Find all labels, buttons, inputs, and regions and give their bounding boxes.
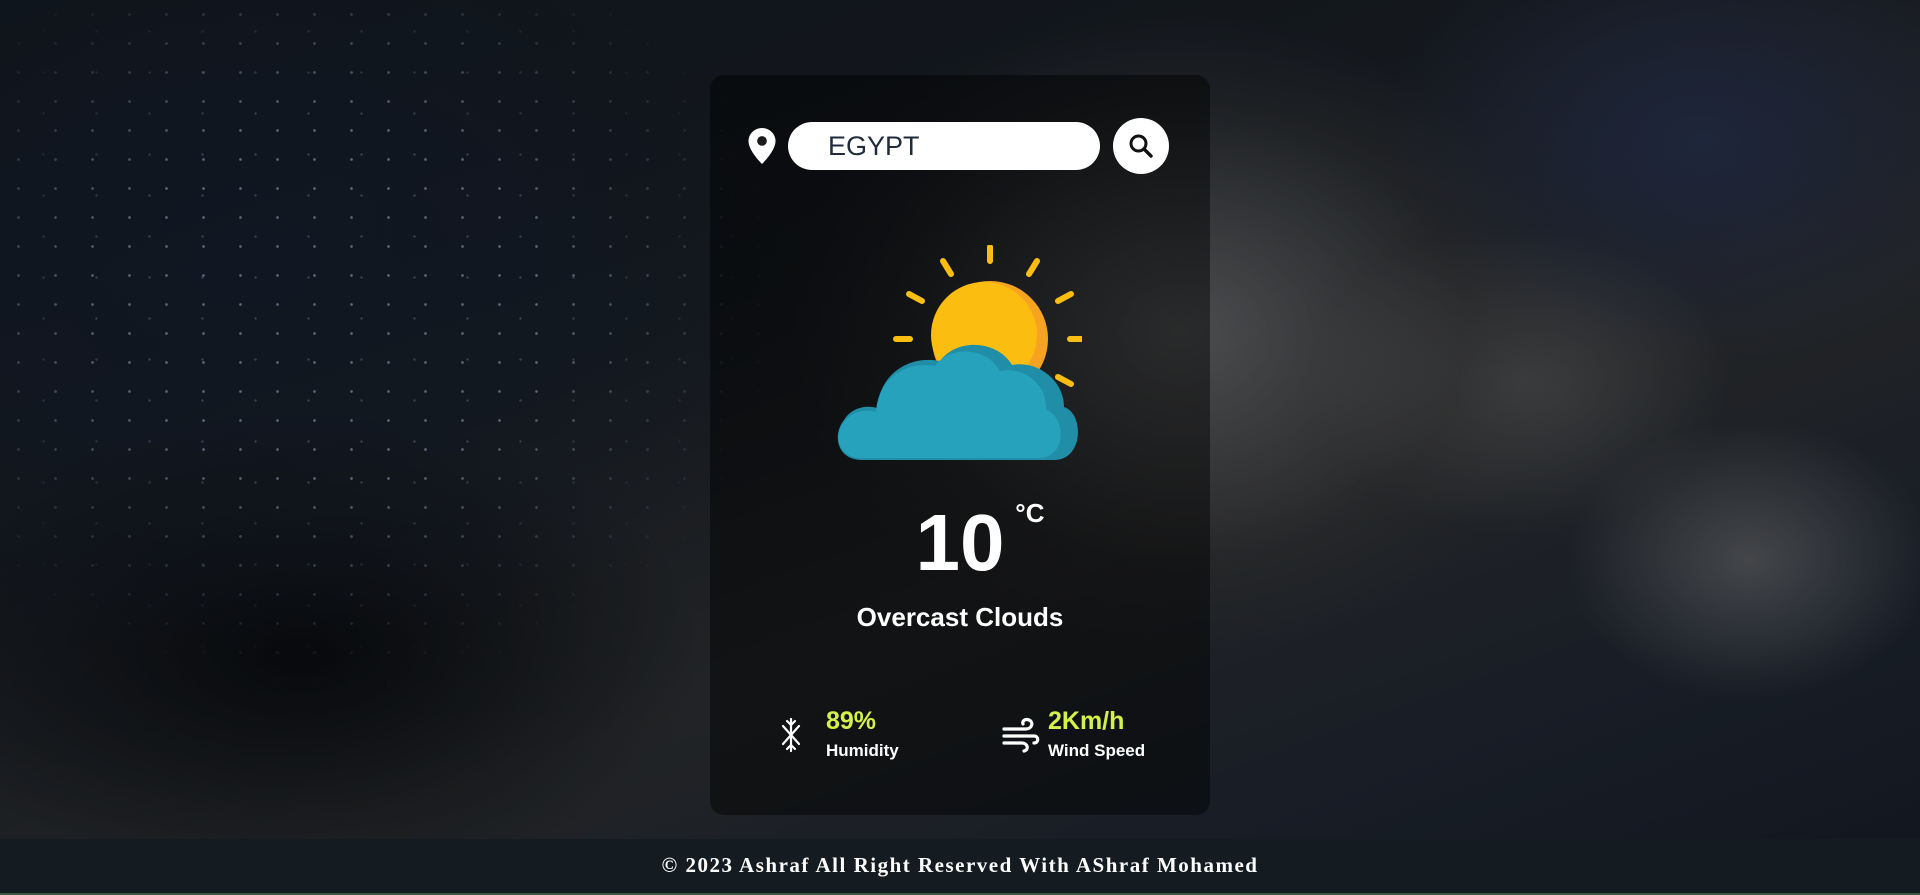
humidity-icon bbox=[781, 717, 801, 753]
weather-description: Overcast Clouds bbox=[856, 602, 1064, 632]
magnifier-icon bbox=[1129, 134, 1153, 158]
humidity-stat: 89% Humidity bbox=[780, 707, 940, 767]
temperature-unit: °C bbox=[1015, 498, 1045, 528]
city-search-input[interactable] bbox=[788, 122, 1100, 170]
map-pin-icon bbox=[748, 128, 776, 164]
wind-stat: 2Km/h Wind Speed bbox=[1002, 707, 1192, 767]
wind-speed-value: 2Km/h bbox=[1048, 707, 1125, 735]
sun-behind-cloud-icon bbox=[837, 245, 1082, 460]
search-bar bbox=[748, 118, 1178, 174]
wind-icon bbox=[1002, 717, 1040, 753]
copyright-text: © 2023 Ashraf All Right Reserved With AS… bbox=[661, 853, 1259, 877]
humidity-value: 89% bbox=[826, 707, 877, 735]
temperature-display: 10 °C bbox=[710, 500, 1210, 583]
search-button[interactable] bbox=[1113, 118, 1169, 174]
humidity-label: Humidity bbox=[826, 741, 899, 760]
wind-speed-label: Wind Speed bbox=[1048, 741, 1146, 760]
footer: © 2023 Ashraf All Right Reserved With AS… bbox=[0, 839, 1920, 895]
temperature-value: 10 °C bbox=[915, 498, 1045, 587]
weather-card: 10°C Overcast Clouds 89% Humidity 2Km/h … bbox=[710, 75, 1210, 815]
